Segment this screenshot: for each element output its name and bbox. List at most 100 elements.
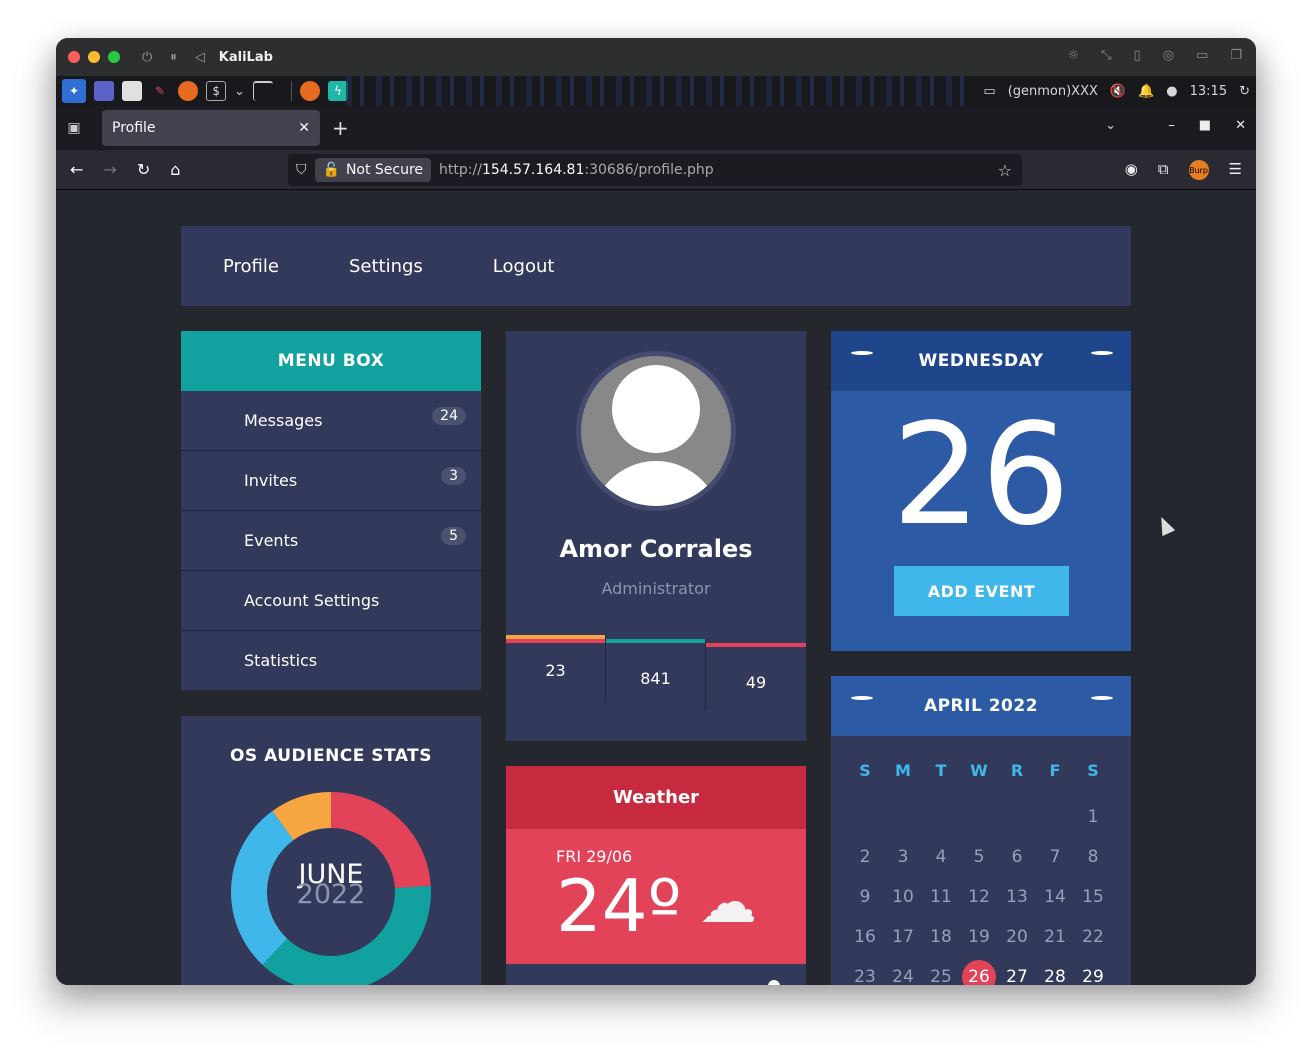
calendar-day[interactable]: 16 [846,919,884,959]
chevron-down-icon[interactable]: ⌄ [234,84,245,99]
traffic-lights [68,51,120,63]
calendar-day[interactable]: 25 [922,959,960,985]
calendar-day[interactable]: 24 [884,959,922,985]
forward-arrow-icon[interactable]: → [103,160,116,179]
list-all-tabs-icon[interactable]: ⌄ [1105,118,1116,133]
calendar-day[interactable]: 17 [884,919,922,959]
new-tab-button[interactable]: + [332,116,349,140]
kali-menu-icon[interactable]: ✦ [62,79,86,103]
calendar-day[interactable]: 5 [960,839,998,879]
burp-extension-icon[interactable]: Burp [1188,160,1209,180]
camera-icon[interactable]: ◎ [1163,48,1174,63]
menu-item-events[interactable]: Events 5 [181,511,481,571]
tab-list-icon[interactable]: ▣ [56,120,92,136]
calendar-day[interactable]: 2 [846,839,884,879]
calendar-day[interactable]: 23 [846,959,884,985]
extensions-icon[interactable]: ⧉ [1158,160,1169,180]
calendar-day[interactable]: 11 [922,879,960,919]
file-manager-icon[interactable] [122,81,142,101]
zoom-window-button[interactable] [108,51,120,63]
nav-profile-link[interactable]: Profile [223,256,279,277]
calendar-day[interactable]: 1 [1074,799,1112,839]
terminal-icon[interactable]: $ [206,81,226,101]
window-icon[interactable] [252,81,273,101]
calendar-day[interactable]: 12 [960,879,998,919]
resize-icon[interactable]: ⤡ [1101,48,1111,63]
pause-icon[interactable]: ⏸ [170,50,177,65]
firefox-task-icon[interactable] [299,81,320,101]
home-icon[interactable]: ⌂ [170,160,180,179]
shield-icon[interactable]: ⛉ [296,162,307,178]
menu-item-invites[interactable]: Invites 3 [181,451,481,511]
mute-icon[interactable]: 🔇 [1110,84,1126,99]
calendar-day[interactable]: 14 [1036,879,1074,919]
calendar-day[interactable]: 22 [1074,919,1112,959]
back-arrow-icon[interactable]: ← [70,160,83,179]
tab-profile[interactable]: Profile ✕ [102,110,320,146]
url-text[interactable]: http://154.57.164.81:30686/profile.php [439,162,714,178]
maximize-icon[interactable]: ■ [1199,118,1211,133]
windows-icon[interactable]: ❐ [1230,48,1242,63]
account-icon[interactable]: ◉ [1125,160,1138,180]
workspace-icon[interactable] [94,81,114,101]
minimize-window-button[interactable] [88,51,100,63]
brightness-icon[interactable]: ☼ [1067,48,1079,63]
calendar-day[interactable]: 19 [960,919,998,959]
menu-item-account-settings[interactable]: Account Settings [181,571,481,631]
calendar-day[interactable]: 10 [884,879,922,919]
calendar-day[interactable]: 18 [922,919,960,959]
calendar-day[interactable]: 9 [846,879,884,919]
close-icon[interactable]: ✕ [1235,118,1246,133]
slider-dot[interactable] [768,980,780,985]
vm-titlebar: ⏻ ⏸ ◁ KaliLab ☼ ⤡ ▯ ◎ ▭ ❐ [56,38,1256,76]
menu-item-statistics[interactable]: Statistics [181,631,481,691]
refresh-session-icon[interactable]: ↻ [1239,84,1250,99]
avatar-body-shape [591,461,721,506]
stat-bar-red [506,639,605,643]
date-widget: WEDNESDAY 26 ADD EVENT [831,331,1131,651]
back-triangle-icon[interactable]: ◁ [195,50,205,65]
usb-icon[interactable]: ▯ [1134,48,1141,63]
calendar-day[interactable]: 21 [1036,919,1074,959]
weekday-header: S [859,761,871,780]
monitor-icon[interactable]: ▭ [983,84,995,99]
bookmark-star-icon[interactable]: ☆ [998,161,1012,180]
kali-top-panel: ✦ ✎ $ ⌄ ϟ ▭ (genmon)XXX 🔇 🔔 ● 13:15 ↻ [56,76,1256,106]
calendar-day[interactable]: 15 [1074,879,1112,919]
weekday-header: T [935,761,947,780]
events-count-badge: 5 [441,527,466,545]
calendar-day[interactable]: 8 [1074,839,1112,879]
close-tab-icon[interactable]: ✕ [298,120,310,136]
bolt-icon[interactable]: ϟ [327,81,348,101]
close-window-button[interactable] [68,51,80,63]
nav-logout-link[interactable]: Logout [493,256,555,277]
calendar-day[interactable]: 29 [1074,959,1112,985]
hamburger-menu-icon[interactable]: ☰ [1229,160,1242,180]
calendar-day[interactable]: 28 [1036,959,1074,985]
nav-settings-link[interactable]: Settings [349,256,423,277]
calendar-day[interactable]: 20 [998,919,1036,959]
not-secure-badge[interactable]: 🔓 Not Secure [314,158,432,182]
minimize-icon[interactable]: – [1168,118,1175,133]
calendar-grid: S M T W R F S 1 2 3 4 5 6 7 8 9 10 11 12 13 14 15 16 17 18 19 20 21… [846,759,1128,985]
power-icon[interactable]: ⏻ [142,50,152,65]
pin-right [1091,351,1113,355]
panel-clock: 13:15 [1189,83,1228,99]
url-bar[interactable]: ⛉ 🔓 Not Secure http://154.57.164.81:3068… [288,154,1022,186]
calendar-day-today[interactable]: 26 [960,959,998,985]
calendar-day[interactable]: 3 [884,839,922,879]
calendar-day[interactable]: 7 [1036,839,1074,879]
calendar-day[interactable]: 6 [998,839,1036,879]
text-editor-icon[interactable]: ✎ [150,81,170,101]
add-event-button[interactable]: ADD EVENT [894,566,1069,616]
bell-icon[interactable]: 🔔 [1138,84,1154,99]
calendar-day[interactable]: 27 [998,959,1036,985]
browser-tab-strip: ▣ Profile ✕ + ⌄ – ■ ✕ [56,106,1256,150]
firefox-launcher-icon[interactable] [178,81,198,101]
power-manager-icon[interactable]: ● [1166,84,1177,99]
reload-icon[interactable]: ↻ [137,160,150,179]
folder-icon[interactable]: ▭ [1196,48,1208,63]
calendar-day[interactable]: 13 [998,879,1036,919]
menu-item-messages[interactable]: Messages 24 [181,391,481,451]
calendar-day[interactable]: 4 [922,839,960,879]
